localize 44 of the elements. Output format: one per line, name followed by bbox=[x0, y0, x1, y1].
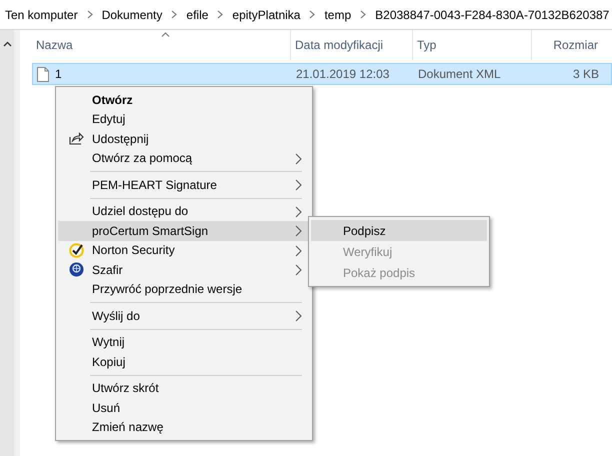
chevron-icon bbox=[86, 10, 93, 19]
size-text: 3 KB bbox=[572, 67, 599, 81]
menu-item[interactable]: proCertum SmartSign bbox=[58, 221, 310, 240]
scroll-up-icon[interactable] bbox=[2, 41, 12, 47]
menu-item[interactable]: Usuń bbox=[58, 398, 310, 418]
column-header[interactable]: Typ bbox=[413, 30, 532, 60]
menu-item[interactable]: Szafir bbox=[58, 260, 310, 280]
breadcrumb-item[interactable]: temp bbox=[324, 8, 352, 22]
menu-item[interactable]: Udostępnij bbox=[58, 129, 310, 148]
type-text: Dokument XML bbox=[418, 67, 501, 81]
menu-item[interactable]: Norton Security bbox=[58, 240, 310, 260]
share-icon bbox=[68, 132, 84, 146]
menu-item[interactable]: Zmień nazwę bbox=[58, 418, 310, 437]
breadcrumb-item[interactable]: Dokumenty bbox=[102, 8, 162, 22]
checkmark-badge-icon bbox=[68, 242, 84, 258]
chevron-icon bbox=[309, 10, 316, 19]
breadcrumb-item[interactable]: epityPlatnika bbox=[232, 8, 300, 22]
menu-item[interactable]: Udziel dostępu do bbox=[58, 202, 310, 221]
menu-item[interactable]: Edytuj bbox=[58, 110, 310, 129]
menu-item[interactable]: Otwórz za pomocą bbox=[58, 148, 310, 168]
file-icon bbox=[37, 66, 49, 82]
date-text: 21.01.2019 12:03 bbox=[296, 67, 390, 81]
menu-item[interactable]: Utwórz skrót bbox=[58, 378, 310, 398]
breadcrumb-item[interactable]: Ten komputer bbox=[5, 8, 78, 22]
globe-icon bbox=[68, 262, 84, 278]
column-header[interactable]: Rozmiar bbox=[532, 30, 604, 60]
file-row[interactable]: 1 21.01.2019 12:03 Dokument XML 3 KB bbox=[32, 63, 612, 85]
menu-item[interactable]: Podpisz bbox=[311, 220, 487, 241]
chevron-icon bbox=[360, 10, 366, 19]
file-name: 1 bbox=[55, 67, 62, 81]
menu-item[interactable]: PEM-HEART Signature bbox=[58, 175, 310, 194]
breadcrumb-item[interactable]: B2038847-0043-F284-830A-70132B620387 bbox=[375, 8, 610, 22]
menu-item[interactable]: Kopiuj bbox=[58, 352, 310, 372]
column-header[interactable]: Data modyfikacji bbox=[291, 30, 413, 60]
menu-item[interactable]: Otwórz bbox=[58, 90, 310, 110]
menu-item[interactable]: Wytnij bbox=[58, 332, 310, 352]
menu-item[interactable]: Przywróć poprzednie wersje bbox=[58, 280, 310, 299]
column-header[interactable]: Nazwa bbox=[32, 30, 291, 60]
scrollbar[interactable] bbox=[0, 30, 20, 456]
chevron-icon bbox=[171, 10, 178, 19]
sort-caret-icon bbox=[161, 32, 170, 37]
chevron-icon bbox=[217, 10, 224, 19]
breadcrumb-item[interactable]: efile bbox=[186, 8, 208, 22]
menu-item[interactable]: Wyślij do bbox=[58, 306, 310, 326]
